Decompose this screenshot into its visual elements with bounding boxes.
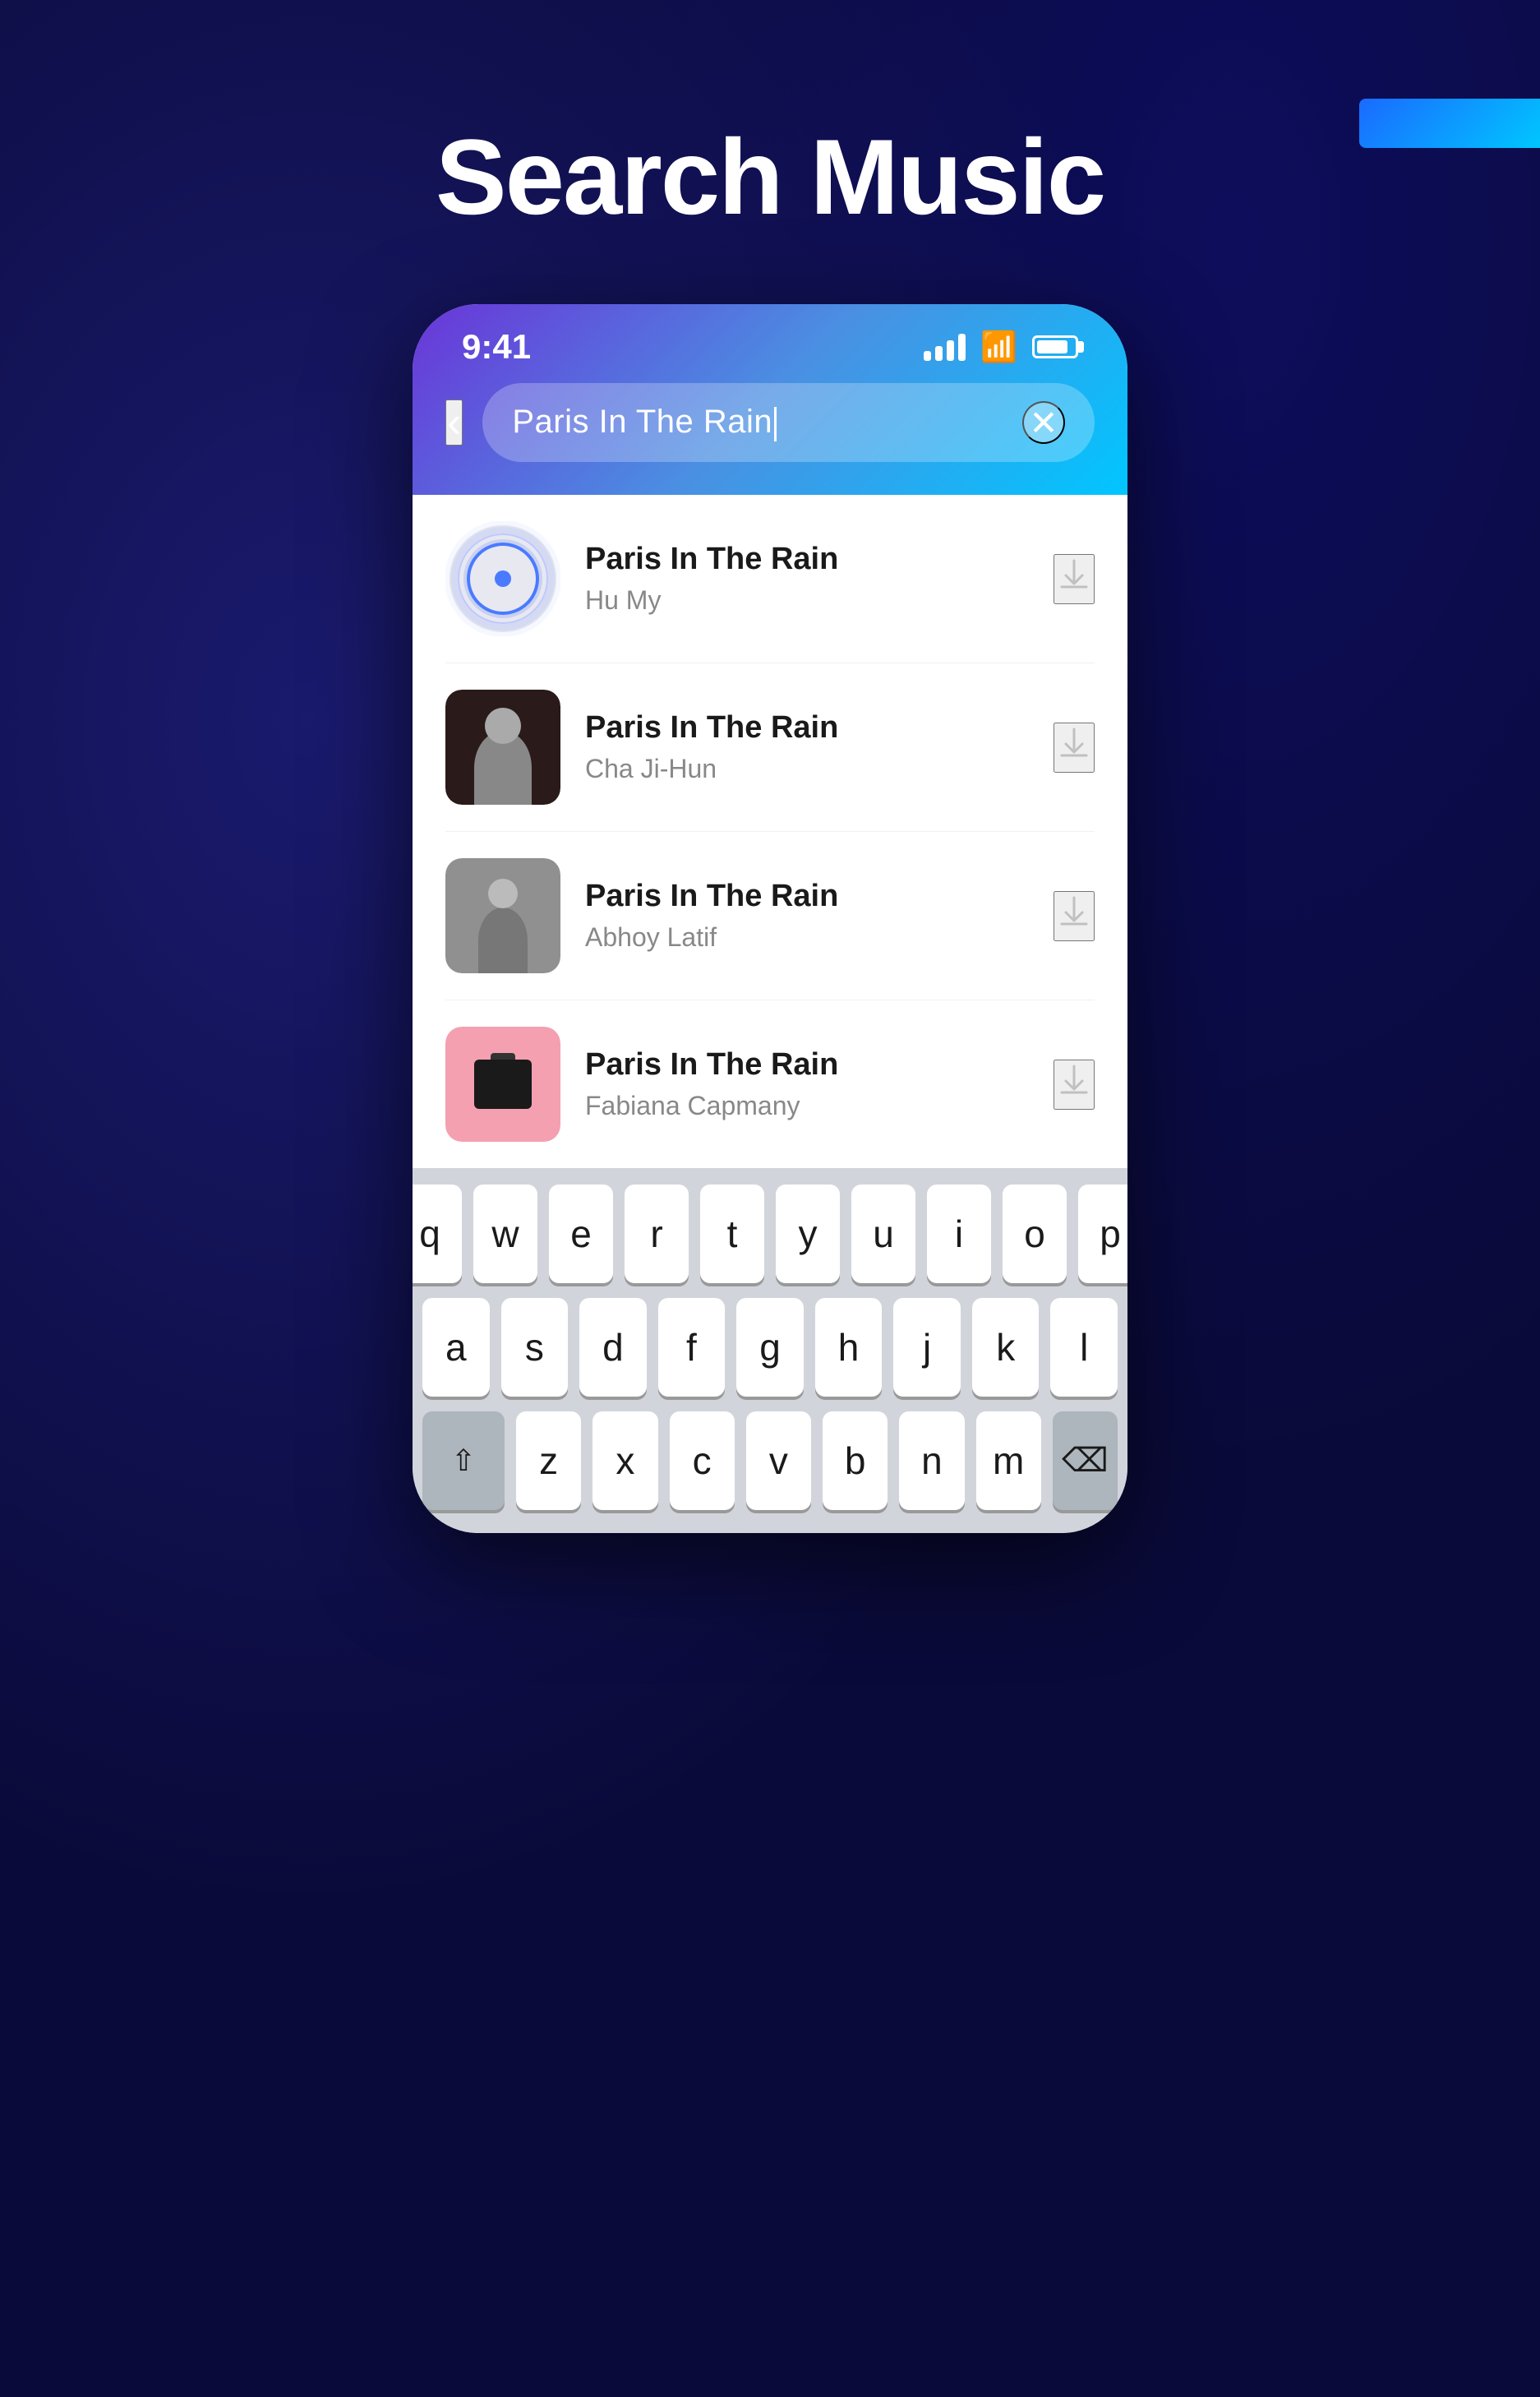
pink-thumbnail xyxy=(445,1027,560,1142)
download-button[interactable] xyxy=(1054,891,1095,941)
key-r[interactable]: r xyxy=(625,1185,689,1283)
key-z[interactable]: z xyxy=(516,1411,581,1510)
key-x[interactable]: x xyxy=(592,1411,657,1510)
results-list: Paris In The Rain Hu My Paris In The Rai… xyxy=(413,495,1127,1168)
result-info: Paris In The Rain Cha Ji-Hun xyxy=(585,710,1029,784)
result-info: Paris In The Rain Abhoy Latif xyxy=(585,879,1029,953)
result-thumbnail xyxy=(445,858,560,973)
download-button[interactable] xyxy=(1054,723,1095,773)
key-a[interactable]: a xyxy=(422,1298,490,1397)
key-u[interactable]: u xyxy=(851,1185,915,1283)
key-c[interactable]: c xyxy=(670,1411,735,1510)
search-query: Paris In The Rain xyxy=(512,404,777,441)
vinyl-thumbnail xyxy=(450,525,556,632)
result-artist: Fabiana Capmany xyxy=(585,1091,1029,1121)
result-item[interactable]: Paris In The Rain Cha Ji-Hun xyxy=(445,663,1095,832)
result-item[interactable]: Paris In The Rain Hu My xyxy=(445,495,1095,663)
key-s[interactable]: s xyxy=(501,1298,569,1397)
result-thumbnail xyxy=(445,521,560,636)
key-y[interactable]: y xyxy=(776,1185,840,1283)
wifi-icon: 📶 xyxy=(980,330,1017,364)
result-item[interactable]: Paris In The Rain Abhoy Latif xyxy=(445,832,1095,1000)
key-d[interactable]: d xyxy=(579,1298,647,1397)
key-l[interactable]: l xyxy=(1050,1298,1118,1397)
key-t[interactable]: t xyxy=(700,1185,764,1283)
result-title: Paris In The Rain xyxy=(585,879,1029,914)
keyboard-row-1: q w e r t y u i o p xyxy=(422,1185,1118,1283)
keyboard-row-3: ⇧ z x c v b n m ⌫ xyxy=(422,1411,1118,1510)
result-item[interactable]: Paris In The Rain Fabiana Capmany xyxy=(445,1000,1095,1168)
page-title: Search Music xyxy=(436,115,1104,238)
backspace-key[interactable]: ⌫ xyxy=(1053,1411,1118,1510)
key-n[interactable]: n xyxy=(899,1411,964,1510)
result-title: Paris In The Rain xyxy=(585,1047,1029,1083)
key-b[interactable]: b xyxy=(823,1411,888,1510)
key-e[interactable]: e xyxy=(549,1185,613,1283)
key-j[interactable]: j xyxy=(893,1298,961,1397)
key-o[interactable]: o xyxy=(1003,1185,1067,1283)
phone-header: 9:41 📶 ‹ Paris In The Rain ✕ xyxy=(413,304,1127,495)
clear-button[interactable]: ✕ xyxy=(1022,401,1065,444)
shift-key[interactable]: ⇧ xyxy=(422,1411,505,1510)
accent-bar xyxy=(1359,99,1540,148)
key-q[interactable]: q xyxy=(413,1185,462,1283)
result-artist: Abhoy Latif xyxy=(585,922,1029,953)
result-artist: Cha Ji-Hun xyxy=(585,754,1029,784)
keyboard-row-2: a s d f g h j k l xyxy=(422,1298,1118,1397)
status-bar: 9:41 📶 xyxy=(413,304,1127,383)
result-info: Paris In The Rain Fabiana Capmany xyxy=(585,1047,1029,1121)
status-time: 9:41 xyxy=(462,327,531,367)
keyboard: q w e r t y u i o p a s d f g h j k l ⇧ … xyxy=(413,1168,1127,1533)
key-v[interactable]: v xyxy=(746,1411,811,1510)
key-g[interactable]: g xyxy=(736,1298,804,1397)
status-icons: 📶 xyxy=(924,330,1078,364)
result-title: Paris In The Rain xyxy=(585,542,1029,577)
download-button[interactable] xyxy=(1054,1060,1095,1110)
search-bar[interactable]: Paris In The Rain ✕ xyxy=(482,383,1095,462)
phone-mockup: 9:41 📶 ‹ Paris In The Rain ✕ xyxy=(413,304,1127,1533)
key-i[interactable]: i xyxy=(927,1185,991,1283)
result-thumbnail xyxy=(445,1027,560,1142)
key-m[interactable]: m xyxy=(976,1411,1041,1510)
battery-icon xyxy=(1032,335,1078,358)
key-k[interactable]: k xyxy=(972,1298,1040,1397)
key-h[interactable]: h xyxy=(815,1298,883,1397)
key-w[interactable]: w xyxy=(473,1185,537,1283)
back-button[interactable]: ‹ xyxy=(445,400,463,446)
result-thumbnail xyxy=(445,690,560,805)
key-p[interactable]: p xyxy=(1078,1185,1127,1283)
gray-thumbnail xyxy=(445,858,560,973)
dark-thumbnail xyxy=(445,690,560,805)
download-button[interactable] xyxy=(1054,554,1095,604)
signal-icon xyxy=(924,333,966,361)
result-artist: Hu My xyxy=(585,585,1029,616)
result-info: Paris In The Rain Hu My xyxy=(585,542,1029,616)
result-title: Paris In The Rain xyxy=(585,710,1029,746)
search-row: ‹ Paris In The Rain ✕ xyxy=(413,383,1127,462)
key-f[interactable]: f xyxy=(658,1298,726,1397)
